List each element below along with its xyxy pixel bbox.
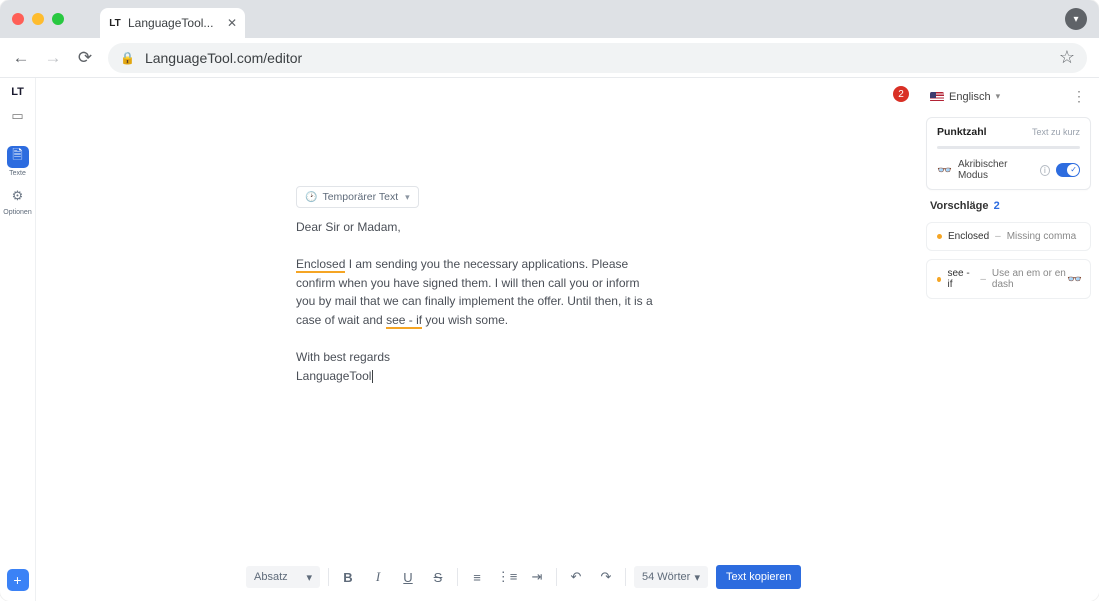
picky-mode-row: 👓 Akribischer Modus i ✓ [937,159,1080,181]
info-icon[interactable]: i [1040,165,1050,176]
language-selector[interactable]: Englisch ▾ [930,91,1000,103]
indent-button[interactable]: ⇥ [526,566,548,588]
gear-icon: ⚙ [7,185,29,207]
glasses-icon: 👓 [1067,272,1082,286]
italic-button[interactable]: I [367,566,389,588]
titlebar: LT LanguageTool... ✕ ▾ [0,0,1099,38]
more-menu-icon[interactable]: ⋮ [1072,88,1087,105]
closing-regards: With best regards [296,348,656,367]
left-rail: LT ▭ 🗎 Texte ⚙ Optionen + [0,78,36,601]
clock-icon: 🕑 [305,192,317,203]
back-button[interactable]: ← [12,49,30,67]
redo-button[interactable]: ↷ [595,566,617,588]
app-logo[interactable]: LT [8,86,28,100]
suggestion-1[interactable]: Enclosed – Missing comma [926,222,1091,251]
forward-button[interactable]: → [44,49,62,67]
suggestion-word: Enclosed [948,231,989,242]
separator [328,568,329,586]
document-icon: 🗎 [7,146,29,168]
chip-label: Temporärer Text [322,191,398,203]
doc-preview-icon[interactable]: ▭ [11,108,23,124]
bold-button[interactable]: B [337,566,359,588]
undo-button[interactable]: ↶ [565,566,587,588]
right-sidebar: Englisch ▾ ⋮ Punktzahl Text zu kurz 👓 Ak… [919,78,1099,601]
profile-avatar[interactable]: ▾ [1065,8,1087,30]
suggestion-msg: Missing comma [1007,231,1076,242]
new-text-button[interactable]: + [7,569,29,591]
url-box[interactable]: 🔒 LanguageTool.com/editor ☆ [108,43,1087,73]
bullet-list-button[interactable]: ⋮≡ [496,566,518,588]
rail-texte-label: Texte [9,170,26,177]
word-count[interactable]: 54 Wörter ▾ [634,566,708,588]
underline-button[interactable]: U [397,566,419,588]
chevron-down-icon: ▾ [405,192,410,203]
browser-tab[interactable]: LT LanguageTool... ✕ [100,8,245,38]
close-window-button[interactable] [12,13,24,25]
rail-texte[interactable]: 🗎 Texte [6,146,30,177]
error-count-badge[interactable]: 2 [893,86,909,102]
picky-mode-toggle[interactable]: ✓ [1056,163,1080,177]
suggestion-2[interactable]: see - if – Use an em or en dash 👓 [926,259,1091,299]
window-controls [12,13,64,25]
issue-see-if[interactable]: see - if [386,313,422,329]
flag-us-icon [930,92,944,102]
close-tab-icon[interactable]: ✕ [227,16,237,30]
separator [625,568,626,586]
rail-optionen-label: Optionen [3,209,31,216]
address-bar: ← → ⟳ 🔒 LanguageTool.com/editor ☆ [0,38,1099,78]
temp-text-chip[interactable]: 🕑 Temporärer Text ▾ [296,186,419,208]
suggestions-heading: Vorschläge 2 [926,198,1091,214]
body-paragraph: Enclosed I am sending you the necessary … [296,255,656,329]
document-body[interactable]: Dear Sir or Madam, Enclosed I am sending… [296,218,656,385]
rail-optionen[interactable]: ⚙ Optionen [6,185,30,216]
greeting-line: Dear Sir or Madam, [296,218,656,237]
issue-dot-icon [937,234,942,239]
maximize-window-button[interactable] [52,13,64,25]
bookmark-star-icon[interactable]: ☆ [1059,47,1075,68]
text-cursor [372,370,373,383]
browser-window: LT LanguageTool... ✕ ▾ ← → ⟳ 🔒 LanguageT… [0,0,1099,601]
minimize-window-button[interactable] [32,13,44,25]
score-label: Punktzahl [937,126,987,138]
issue-enclosed[interactable]: Enclosed [296,257,345,273]
mode-label: Akribischer Modus [958,159,1034,181]
copy-text-button[interactable]: Text kopieren [716,565,801,589]
numbered-list-button[interactable]: ≡ [466,566,488,588]
chevron-down-icon: ▾ [996,91,1001,102]
sidebar-header: Englisch ▾ ⋮ [926,84,1091,109]
chevron-down-icon: ▾ [694,571,700,584]
url-text: LanguageTool.com/editor [145,50,302,66]
favicon-icon: LT [108,16,122,30]
language-label: Englisch [949,91,991,103]
suggestion-word: see - if [947,268,974,290]
issue-dot-icon [937,277,941,282]
score-card: Punktzahl Text zu kurz 👓 Akribischer Mod… [926,117,1091,190]
format-toolbar: Absatz ▾ B I U S ≡ ⋮≡ ⇥ ↶ ↷ 54 Wörter ▾ [246,563,801,591]
lock-icon: 🔒 [120,51,135,65]
closing-signature: LanguageTool [296,367,656,386]
score-bar [937,146,1080,149]
separator [457,568,458,586]
glasses-icon: 👓 [937,163,952,177]
strikethrough-button[interactable]: S [427,566,449,588]
chevron-down-icon: ▾ [306,571,312,584]
editor-area: 2 🕑 Temporärer Text ▾ Dear Sir or Madam,… [36,78,919,601]
separator [556,568,557,586]
app-content: LT ▭ 🗎 Texte ⚙ Optionen + 2 🕑 Temporärer… [0,78,1099,601]
tab-title: LanguageTool... [128,16,213,30]
score-note: Text zu kurz [1032,127,1080,137]
reload-button[interactable]: ⟳ [76,49,94,67]
paragraph-select[interactable]: Absatz ▾ [246,566,320,588]
